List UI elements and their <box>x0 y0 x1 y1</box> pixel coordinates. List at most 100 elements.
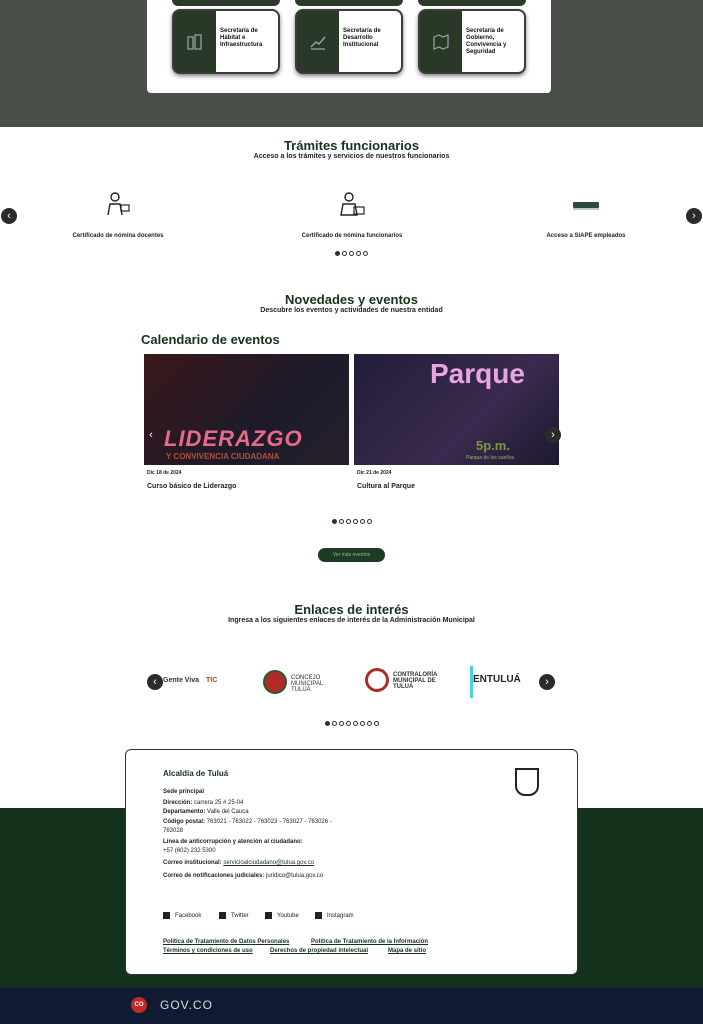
tramite-label: Acceso a SIAPE empleados <box>546 233 626 239</box>
carousel-dot[interactable] <box>331 721 337 726</box>
enlaces-carousel-dots <box>0 721 703 726</box>
govco-bar: CO GOV.CO <box>0 988 703 1024</box>
event-image: LIDERAZGO Y CONVIVENCIA CIUDADANA <box>144 354 349 465</box>
carousel-dot[interactable] <box>324 721 330 726</box>
depto-value: Valle del Cauca <box>207 809 249 815</box>
tramite-label: Certificado de nómina funcionarios <box>301 233 403 239</box>
twitter-icon <box>219 912 226 919</box>
youtube-link[interactable]: Youtube <box>265 912 299 919</box>
instagram-link[interactable]: Instagram <box>315 912 354 919</box>
event-image-time: 5p.m. <box>476 438 510 453</box>
enlaces-prev-button[interactable]: ‹ <box>147 674 163 690</box>
carousel-dot[interactable] <box>342 251 347 256</box>
carousel-dot[interactable] <box>331 519 337 524</box>
linea-label: Línea de anticorrupción y atención al ci… <box>163 839 303 845</box>
twitter-link[interactable]: Twitter <box>219 912 249 919</box>
footer-link-propiedad[interactable]: Derechos de propiedad intelectual <box>270 948 368 954</box>
logo-entulua[interactable]: ENTULUÁ <box>470 666 540 698</box>
facebook-link[interactable]: Facebook <box>163 912 201 919</box>
twitter-label: Twitter <box>231 912 249 919</box>
postal-label: Código postal: <box>163 819 205 825</box>
carousel-dot[interactable] <box>345 519 351 524</box>
footer-link-informacion[interactable]: Política de Tratamiento de la Informació… <box>311 939 428 945</box>
card-stub <box>295 0 403 6</box>
logo-label: CONTRALORÍA MUNICIPAL DE TULUÁ <box>393 672 438 690</box>
correo-link[interactable]: servicioalciudadano@tulua.gov.co <box>223 860 314 866</box>
tramite-item[interactable]: Certificado de nómina funcionarios <box>262 190 442 239</box>
siape-logo <box>573 202 599 210</box>
events-prev-button[interactable]: ‹ <box>143 427 159 443</box>
more-events-button[interactable]: Ver más eventos <box>318 548 385 562</box>
event-date: Dic 18 de 2024 <box>147 470 182 476</box>
carousel-dot[interactable] <box>366 721 372 726</box>
concejo-seal-icon <box>263 670 287 694</box>
notif-label: Correo de notificaciones judiciales: <box>163 873 265 879</box>
carousel-dot[interactable] <box>345 721 351 726</box>
novedades-title: Novedades y eventos <box>285 292 418 307</box>
carousel-dot[interactable] <box>359 721 365 726</box>
tramites-next-button[interactable]: › <box>686 208 702 224</box>
map-icon <box>420 11 462 72</box>
secretaria-label: Secretaría de Gobierno, Convivencia y Se… <box>462 11 524 72</box>
tramite-label: Certificado de nómina docentes <box>72 233 164 239</box>
youtube-icon <box>265 912 272 919</box>
logo-concejo[interactable]: CONCEJO MUNICIPAL TULUÁ <box>263 666 343 698</box>
carousel-dot[interactable] <box>373 721 379 726</box>
event-image-subtitle: Y CONVIVENCIA CIUDADANA <box>166 452 280 461</box>
secretaria-card-desarrollo[interactable]: Secretaría de Desarrollo Institucional <box>295 9 403 74</box>
carousel-dot[interactable] <box>359 519 365 524</box>
tramites-carousel-dots <box>0 251 703 256</box>
card-stub <box>418 0 526 6</box>
tramites-prev-button[interactable]: ‹ <box>1 208 17 224</box>
carousel-dot[interactable] <box>363 251 368 256</box>
event-card[interactable]: Parque 5p.m. Parque de los sueños Dic 21… <box>354 354 559 490</box>
carousel-dot[interactable] <box>356 251 361 256</box>
instagram-icon <box>315 912 322 919</box>
alcaldia-shield-logo <box>515 768 539 796</box>
enlaces-next-button[interactable]: › <box>539 674 555 690</box>
carousel-dot[interactable] <box>366 519 372 524</box>
carousel-dot[interactable] <box>338 519 344 524</box>
event-image-place: Parque de los sueños <box>466 455 515 461</box>
carousel-dot[interactable] <box>352 721 358 726</box>
footer-link-terminos[interactable]: Términos y condiciones de uso <box>163 948 253 954</box>
instagram-label: Instagram <box>327 912 354 919</box>
carousel-dot[interactable] <box>352 519 358 524</box>
carousel-dot[interactable] <box>349 251 354 256</box>
logo-label: CONCEJO MUNICIPAL TULUÁ <box>291 675 324 693</box>
enlaces-title: Enlaces de interés <box>294 602 409 617</box>
footer-link-datos[interactable]: Política de Tratamiento de Datos Persona… <box>163 939 289 945</box>
depto-label: Departamento: <box>163 809 206 815</box>
footer-entity: Alcaldía de Tuluá <box>163 769 229 778</box>
carousel-dot[interactable] <box>338 721 344 726</box>
tramite-item[interactable]: Acceso a SIAPE empleados <box>496 190 676 239</box>
notif-link[interactable]: juridico@tulua.gov.co <box>266 873 323 879</box>
growth-chart-icon <box>297 11 339 72</box>
contraloria-seal-icon <box>365 668 389 692</box>
tramite-item[interactable]: Certificado de nómina docentes <box>28 190 208 239</box>
building-icon <box>174 11 216 72</box>
event-image-title: LIDERAZGO <box>164 426 303 451</box>
linea-value: +57 (602) 232 5300 <box>163 848 216 854</box>
event-name: Cultura al Parque <box>357 483 415 490</box>
event-card[interactable]: LIDERAZGO Y CONVIVENCIA CIUDADANA Dic 18… <box>144 354 349 490</box>
facebook-icon <box>163 912 170 919</box>
logo-gente-viva[interactable]: Gente Viva <box>163 666 203 698</box>
enlaces-subtitle: Ingresa a los siguientes enlaces de inte… <box>228 617 475 624</box>
carousel-dot[interactable] <box>335 251 340 256</box>
correo-label: Correo institucional: <box>163 860 222 866</box>
events-next-button[interactable]: › <box>545 427 561 443</box>
facebook-label: Facebook <box>175 912 202 919</box>
youtube-label: Youtube <box>277 912 299 919</box>
footer-link-mapa[interactable]: Mapa de sitio <box>388 948 426 954</box>
event-date: Dic 21 de 2024 <box>357 470 392 476</box>
secretaria-card-habitat[interactable]: Secretaría de Hábitat e Infraestructura <box>172 9 280 74</box>
logo-tic[interactable]: TIC <box>206 666 236 698</box>
novedades-subtitle: Descubre los eventos y actividades de nu… <box>260 307 443 314</box>
logo-contraloria[interactable]: CONTRALORÍA MUNICIPAL DE TULUÁ <box>365 666 443 698</box>
govco-logo[interactable]: GOV.CO <box>160 998 213 1012</box>
employee-icon <box>340 192 365 216</box>
event-name: Curso básico de Liderazgo <box>147 483 237 490</box>
secretaria-card-gobierno[interactable]: Secretaría de Gobierno, Convivencia y Se… <box>418 9 526 74</box>
events-carousel-dots <box>0 519 703 524</box>
